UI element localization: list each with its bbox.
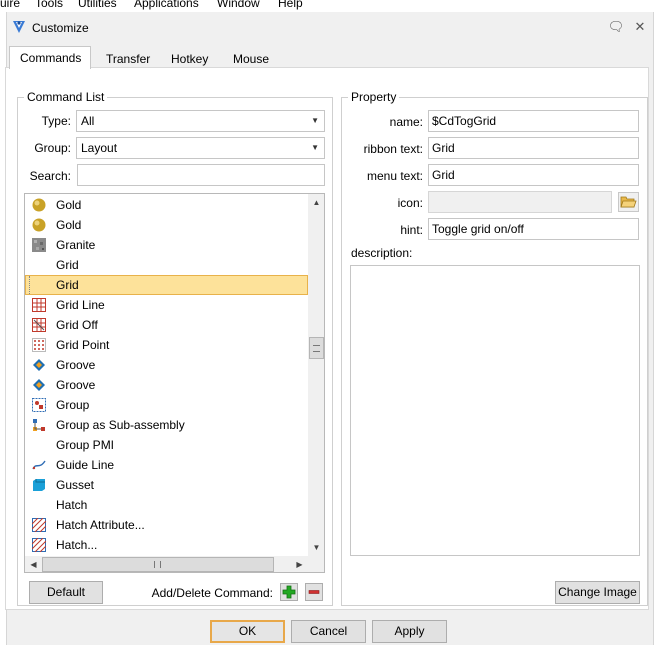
group-value: Layout [81,141,118,155]
close-icon[interactable]: ✕ [630,18,650,36]
folder-open-icon [620,196,637,208]
grid-line-icon [32,298,46,312]
hint-label: hint: [400,223,423,237]
guide-line-icon [32,460,46,470]
list-item[interactable]: Hatch Attribute... [25,515,308,535]
scrollbar-corner [308,556,324,572]
ok-button[interactable]: OK [210,620,285,643]
command-list-legend: Command List [27,90,105,104]
list-item[interactable]: Guide Line [25,455,308,475]
name-field[interactable]: $CdTogGrid [428,110,639,132]
groove-icon [33,359,45,371]
list-item[interactable]: Grid Off [25,315,308,335]
list-item[interactable]: Group PMI [25,435,308,455]
group-select[interactable]: Layout ▼ [76,137,325,159]
menu-item-applications[interactable]: Applications [134,0,199,10]
tab-mouse[interactable]: Mouse [223,50,279,68]
parent-window-bottom [0,645,659,651]
tab-strip: Commands Transfer Hotkey Mouse [2,46,642,69]
groove-icon [33,379,45,391]
icon-field [428,191,612,213]
menu-item-acquire[interactable]: uire [0,0,20,10]
description-textarea[interactable] [350,265,640,556]
delete-command-button[interactable] [305,583,323,601]
vertical-scroll-thumb[interactable] [309,337,324,359]
list-item[interactable]: Group as Sub-assembly [25,415,308,435]
add-command-button[interactable] [280,583,298,601]
menu-item-window[interactable]: Window [217,0,260,10]
list-item[interactable]: Grid Point [25,335,308,355]
property-legend: Property [351,90,397,104]
list-item[interactable]: Gold [25,195,308,215]
description-label: description: [351,246,413,260]
list-item[interactable]: Gusset [25,475,308,495]
ribbon-text-field[interactable]: Grid [428,137,639,159]
type-label: Type: [41,114,71,128]
scroll-left-icon[interactable]: ◀ [25,556,42,572]
list-item[interactable]: Granite [25,235,308,255]
tab-hotkey[interactable]: Hotkey [161,50,218,68]
plus-icon [282,585,296,599]
search-input[interactable] [77,164,325,186]
type-value: All [81,114,95,128]
grid-off-icon [32,318,46,332]
gold-sphere-icon [32,198,46,212]
menu-item-tools[interactable]: Tools [35,0,63,10]
tab-commands[interactable]: Commands [9,46,91,69]
app-logo-icon [13,21,25,33]
tab-transfer[interactable]: Transfer [96,50,160,68]
hint-field[interactable]: Toggle grid on/off [428,218,639,240]
scroll-up-icon[interactable]: ▲ [308,194,324,211]
help-icon[interactable]: 🗨 [606,18,626,36]
menu-text-field[interactable]: Grid [428,164,639,186]
type-select[interactable]: All ▼ [76,110,325,132]
gold-sphere-icon [32,218,46,232]
list-item[interactable]: Hatch [25,495,308,515]
vertical-scrollbar[interactable]: ▲ ▼ [308,194,324,556]
grid-point-icon [32,338,46,352]
name-label: name: [389,115,423,129]
granite-texture-icon [32,238,46,252]
parent-menubar: uire Tools Utilities Applications Window… [0,0,659,12]
minus-icon [308,590,320,594]
chevron-down-icon: ▼ [311,116,319,125]
cancel-button[interactable]: Cancel [291,620,366,643]
search-label: Search: [29,169,71,183]
default-button[interactable]: Default [29,581,103,604]
dialog-titlebar[interactable]: Customize 🗨 ✕ [0,14,659,42]
gusset-icon [33,479,45,491]
horizontal-scroll-thumb[interactable] [42,557,274,572]
browse-icon-button[interactable] [618,192,639,212]
group-icon [32,398,46,412]
menu-item-utilities[interactable]: Utilities [78,0,117,10]
menu-item-help[interactable]: Help [278,0,303,10]
list-item[interactable]: Gold [25,215,308,235]
list-item[interactable]: Grid [25,255,308,275]
ribbon-text-label: ribbon text: [363,142,423,156]
list-item[interactable]: Group [25,395,308,415]
icon-label: icon: [397,196,423,210]
group-subassembly-icon [33,419,45,431]
change-image-button[interactable]: Change Image [555,581,640,604]
parent-window-right [654,12,659,651]
scroll-down-icon[interactable]: ▼ [308,539,324,556]
command-rows: Gold Gold Granite Grid Grid Grid Line Gr… [25,195,308,555]
group-label: Group: [34,141,71,155]
list-item-selected[interactable]: Grid [25,275,308,295]
horizontal-scrollbar[interactable]: ◀ ▶ [25,556,308,572]
list-item[interactable]: Groove [25,375,308,395]
command-listbox[interactable]: Gold Gold Granite Grid Grid Grid Line Gr… [24,193,325,573]
list-item[interactable]: Groove [25,355,308,375]
dialog-title: Customize [32,21,89,35]
add-delete-label: Add/Delete Command: [151,586,273,600]
hatch-icon [32,538,46,552]
apply-button[interactable]: Apply [372,620,447,643]
list-item[interactable]: Grid Line [25,295,308,315]
scroll-right-icon[interactable]: ▶ [291,556,308,572]
focus-indicator [29,276,30,294]
menu-text-label: menu text: [366,169,423,183]
chevron-down-icon: ▼ [311,143,319,152]
list-item[interactable]: Hatch... [25,535,308,555]
hatch-icon [32,518,46,532]
